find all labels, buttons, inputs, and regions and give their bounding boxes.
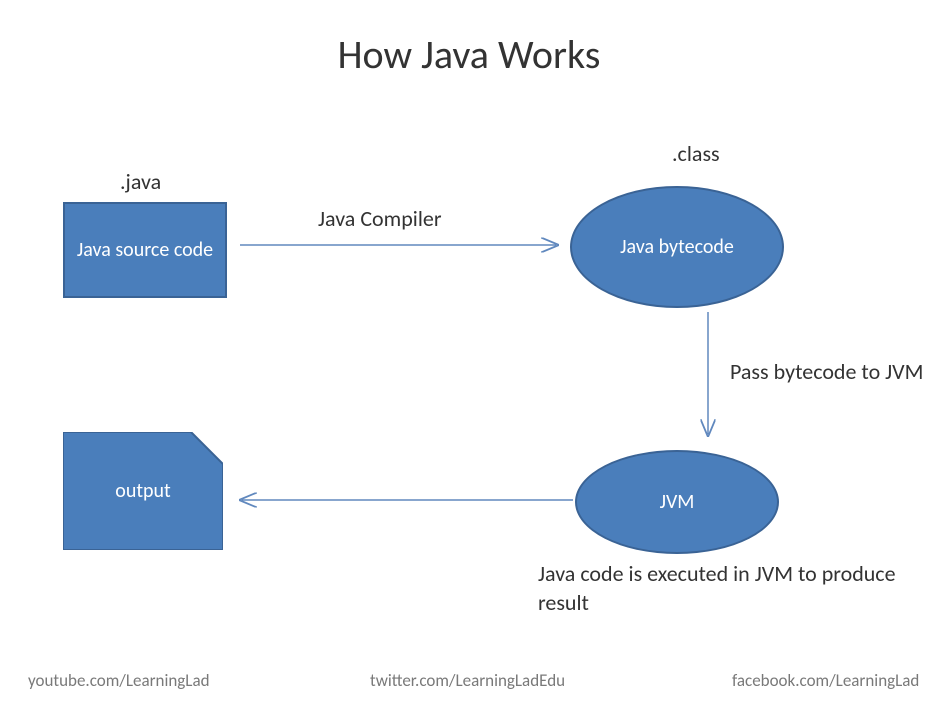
arrow-compiler — [238, 235, 568, 255]
source-code-box: Java source code — [63, 202, 227, 298]
bytecode-ellipse: Java bytecode — [570, 186, 784, 308]
jvm-ellipse: JVM — [575, 450, 779, 554]
pass-label: Pass bytecode to JVM — [730, 358, 923, 385]
jvm-label: JVM — [660, 489, 695, 515]
source-code-label: Java source code — [77, 237, 213, 263]
diagram-title: How Java Works — [0, 30, 938, 79]
execute-label: Java code is executed in JVM to produce … — [538, 560, 898, 617]
compiler-label: Java Compiler — [318, 205, 442, 232]
footer-facebook: facebook.com/LearningLad — [732, 670, 919, 691]
bytecode-ext-label: .class — [672, 140, 720, 167]
arrow-execute — [230, 490, 575, 510]
output-label: output — [115, 479, 170, 503]
source-ext-label: .java — [120, 168, 161, 195]
footer-twitter: twitter.com/LearningLadEdu — [370, 670, 565, 691]
bytecode-label: Java bytecode — [620, 234, 734, 260]
arrow-pass — [698, 310, 718, 446]
footer-youtube: youtube.com/LearningLad — [28, 670, 210, 691]
output-box: output — [63, 432, 223, 550]
